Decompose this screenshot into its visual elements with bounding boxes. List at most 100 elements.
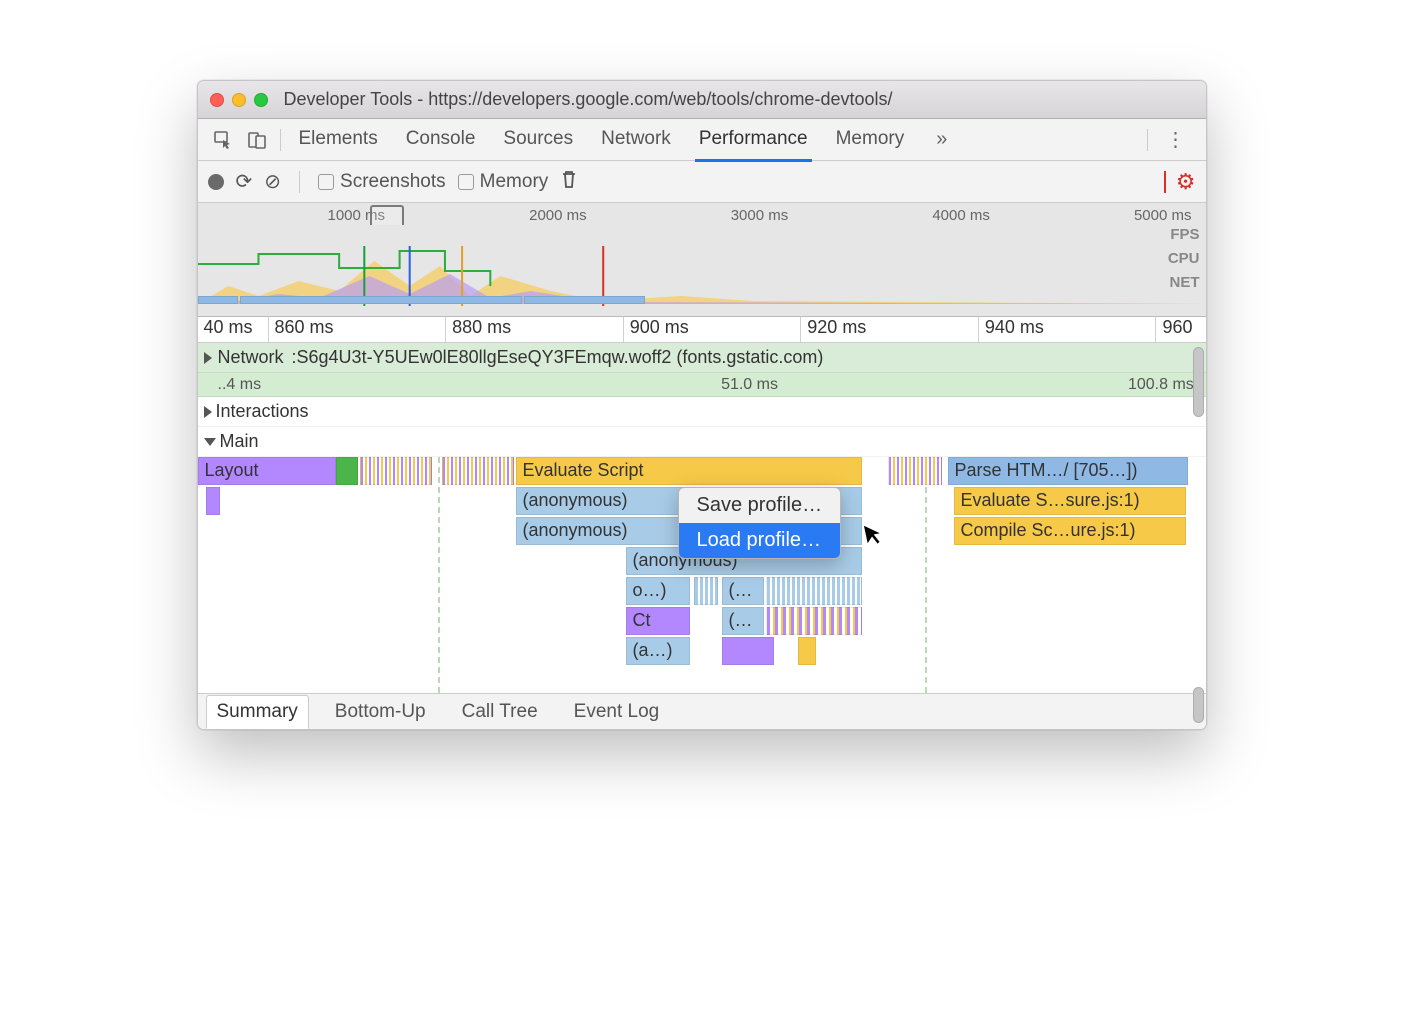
tab-memory[interactable]: Memory xyxy=(834,120,907,160)
flame-bar-layout[interactable]: Layout xyxy=(198,457,336,485)
overview-net-bars xyxy=(198,294,1206,306)
ruler-tick: 880 ms xyxy=(445,317,623,342)
disclosure-triangle-icon xyxy=(204,406,212,418)
overview-tick: 5000 ms xyxy=(1134,207,1192,224)
clear-icon[interactable]: ⊘ xyxy=(264,169,281,194)
network-track-header[interactable]: Network :S6g4U3t-Y5UEw0lE80llgEseQY3FEmq… xyxy=(198,343,1206,373)
tab-call-tree[interactable]: Call Tree xyxy=(452,696,548,728)
memory-label: Memory xyxy=(480,171,549,193)
flame-bar-a[interactable]: (a…) xyxy=(626,637,690,665)
frame-boundary xyxy=(925,457,927,693)
cursor-icon xyxy=(860,519,886,554)
tab-performance[interactable]: Performance xyxy=(697,120,810,160)
ruler-tick: 900 ms xyxy=(623,317,801,342)
context-menu: Save profile… Load profile… xyxy=(678,487,842,559)
tab-event-log[interactable]: Event Log xyxy=(564,696,670,728)
flame-bar[interactable] xyxy=(206,487,220,515)
frame-duration: ..4 ms xyxy=(218,376,262,394)
flame-bar[interactable] xyxy=(694,577,718,605)
frame-duration: 100.8 ms xyxy=(1128,376,1194,394)
flame-bar[interactable] xyxy=(442,457,514,485)
record-button[interactable] xyxy=(208,174,224,190)
checkbox-icon xyxy=(458,174,474,190)
memory-checkbox[interactable]: Memory xyxy=(458,171,549,193)
device-toolbar-icon[interactable] xyxy=(240,123,274,157)
titlebar: Developer Tools - https://developers.goo… xyxy=(198,81,1206,119)
flame-bar-paren[interactable]: (… xyxy=(722,577,764,605)
flame-bar[interactable] xyxy=(766,607,862,635)
flame-bar[interactable] xyxy=(798,637,816,665)
ruler-tick: 860 ms xyxy=(268,317,446,342)
tab-bottom-up[interactable]: Bottom-Up xyxy=(325,696,436,728)
close-window-button[interactable] xyxy=(210,93,224,107)
overview-tick: 3000 ms xyxy=(731,207,789,224)
main-track-header[interactable]: Main xyxy=(198,427,1206,457)
overview-selection[interactable] xyxy=(370,205,404,225)
flame-bar-paren[interactable]: (… xyxy=(722,607,764,635)
devtools-window: Developer Tools - https://developers.goo… xyxy=(197,80,1207,730)
ruler-tick: 960 xyxy=(1155,317,1205,342)
overview-pane[interactable]: 1000 ms 2000 ms 3000 ms 4000 ms 5000 ms … xyxy=(198,203,1206,317)
flame-bar[interactable] xyxy=(360,457,432,485)
screenshots-checkbox[interactable]: Screenshots xyxy=(318,171,446,193)
separator xyxy=(1147,129,1148,151)
reload-icon[interactable]: ⟳ xyxy=(236,169,253,194)
flame-bar-evaluate-script[interactable]: Evaluate Script xyxy=(516,457,862,485)
interactions-label: Interactions xyxy=(216,401,309,422)
disclosure-triangle-icon xyxy=(204,352,212,364)
separator xyxy=(299,171,300,193)
flame-bar[interactable] xyxy=(766,577,862,605)
flame-bar-evaluate-s[interactable]: Evaluate S…sure.js:1) xyxy=(954,487,1186,515)
flame-bar-compile-s[interactable]: Compile Sc…ure.js:1) xyxy=(954,517,1186,545)
network-request-name: :S6g4U3t-Y5UEw0lE80llgEseQY3FEmqw.woff2 … xyxy=(292,347,824,368)
menu-item-save-profile[interactable]: Save profile… xyxy=(679,488,841,523)
window-title: Developer Tools - https://developers.goo… xyxy=(284,89,1194,110)
flame-bar-ct[interactable]: Ct xyxy=(626,607,690,635)
kebab-menu-icon[interactable]: ⋮ xyxy=(1154,123,1198,156)
flame-bar[interactable] xyxy=(722,637,774,665)
ruler-tick: 940 ms xyxy=(978,317,1156,342)
ruler-tick: 920 ms xyxy=(800,317,978,342)
garbage-collect-icon[interactable] xyxy=(560,169,578,195)
frame-boundary xyxy=(438,457,440,693)
minimize-window-button[interactable] xyxy=(232,93,246,107)
tab-console[interactable]: Console xyxy=(404,120,478,160)
screenshots-label: Screenshots xyxy=(340,171,446,193)
flame-bar-o[interactable]: o…) xyxy=(626,577,690,605)
capture-settings-icon[interactable]: ⚙ xyxy=(1176,169,1196,195)
panel-tabs-row: Elements Console Sources Network Perform… xyxy=(198,119,1206,161)
tabs-overflow-button[interactable]: » xyxy=(930,124,953,155)
scrollbar-thumb[interactable] xyxy=(1193,687,1204,723)
inspect-element-icon[interactable] xyxy=(206,123,240,157)
ruler-tick: 40 ms xyxy=(198,317,268,342)
scrollbar-thumb[interactable] xyxy=(1193,347,1204,417)
flame-bar-parse-html[interactable]: Parse HTM…/ [705…]) xyxy=(948,457,1188,485)
detail-ruler[interactable]: 40 ms 860 ms 880 ms 900 ms 920 ms 940 ms… xyxy=(198,317,1206,343)
disclosure-triangle-icon xyxy=(204,438,216,446)
tab-summary[interactable]: Summary xyxy=(206,695,309,729)
panel-tabs: Elements Console Sources Network Perform… xyxy=(297,120,1141,160)
frames-track[interactable]: ..4 ms 51.0 ms 100.8 ms xyxy=(198,373,1206,397)
overview-tick: 2000 ms xyxy=(529,207,587,224)
flame-chart[interactable]: Layout Evaluate Script Parse HTM…/ [705…… xyxy=(198,457,1206,693)
zoom-window-button[interactable] xyxy=(254,93,268,107)
main-label: Main xyxy=(220,431,259,452)
details-tabs: Summary Bottom-Up Call Tree Event Log xyxy=(198,693,1206,729)
interactions-track-header[interactable]: Interactions xyxy=(198,397,1206,427)
tab-elements[interactable]: Elements xyxy=(297,120,380,160)
frame-duration: 51.0 ms xyxy=(721,376,778,394)
overview-ticks: 1000 ms 2000 ms 3000 ms 4000 ms 5000 ms xyxy=(198,203,1206,224)
menu-item-load-profile[interactable]: Load profile… xyxy=(679,523,841,558)
checkbox-icon xyxy=(318,174,334,190)
overview-graph xyxy=(198,246,1206,306)
flame-bar[interactable] xyxy=(336,457,358,485)
flame-bar[interactable] xyxy=(888,457,942,485)
tab-network[interactable]: Network xyxy=(599,120,673,160)
tab-sources[interactable]: Sources xyxy=(501,120,575,160)
network-label: Network xyxy=(218,347,284,368)
fps-label: FPS xyxy=(1168,223,1200,247)
overview-tick: 4000 ms xyxy=(932,207,990,224)
traffic-lights xyxy=(210,93,268,107)
separator xyxy=(280,129,281,151)
performance-toolbar: ⟳ ⊘ Screenshots Memory ⚙ xyxy=(198,161,1206,203)
